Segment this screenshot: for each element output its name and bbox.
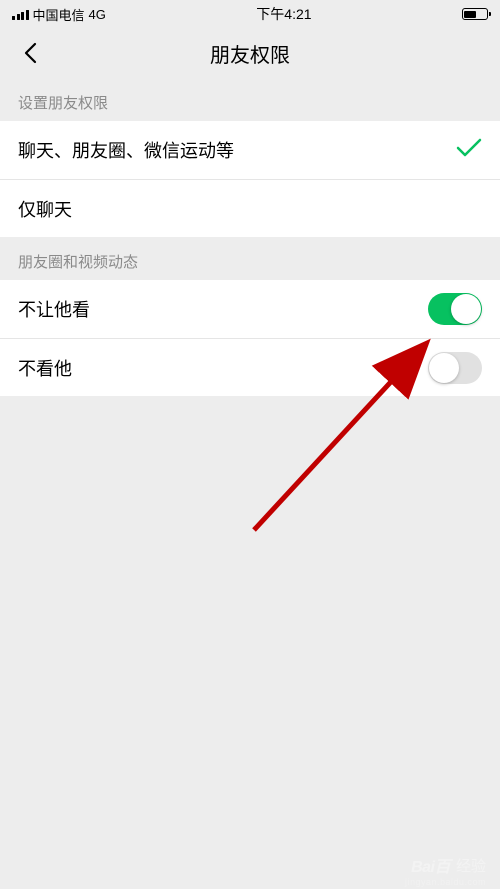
moments-list: 不让他看 不看他 — [0, 280, 500, 396]
toggle-label: 不看他 — [18, 355, 72, 381]
toggle-hide-his[interactable]: 不看他 — [0, 338, 500, 396]
section-header-moments: 朋友圈和视频动态 — [0, 237, 500, 280]
toggle-switch[interactable] — [428, 293, 482, 325]
watermark-url: jingyan.baidu.com — [405, 877, 486, 887]
option-chat-moments-sports[interactable]: 聊天、朋友圈、微信运动等 — [0, 121, 500, 179]
signal-icon — [12, 8, 29, 20]
option-chat-only[interactable]: 仅聊天 — [0, 179, 500, 237]
battery-icon — [462, 8, 488, 20]
option-label: 聊天、朋友圈、微信运动等 — [18, 137, 234, 163]
option-label: 仅聊天 — [18, 196, 72, 222]
back-button[interactable] — [10, 33, 50, 73]
status-bar: 中国电信 4G 下午4:21 — [0, 0, 500, 28]
toggle-label: 不让他看 — [18, 296, 90, 322]
toggle-hide-from-him[interactable]: 不让他看 — [0, 280, 500, 338]
toggle-switch[interactable] — [428, 352, 482, 384]
chevron-left-icon — [23, 42, 37, 64]
status-left: 中国电信 4G — [12, 5, 106, 24]
carrier-label: 中国电信 — [33, 5, 85, 24]
page-title: 朋友权限 — [0, 39, 500, 68]
watermark-logo: Bai百 — [411, 853, 450, 877]
section-header-permissions: 设置朋友权限 — [0, 78, 500, 121]
permissions-list: 聊天、朋友圈、微信运动等 仅聊天 — [0, 121, 500, 237]
watermark: Bai百 经验 — [411, 853, 486, 877]
status-right — [462, 8, 488, 20]
checkmark-icon — [456, 138, 482, 163]
toggle-knob — [451, 294, 481, 324]
nav-bar: 朋友权限 — [0, 28, 500, 78]
network-label: 4G — [89, 7, 106, 22]
watermark-text: 经验 — [456, 855, 486, 876]
toggle-knob — [429, 353, 459, 383]
status-time: 下午4:21 — [256, 4, 311, 24]
